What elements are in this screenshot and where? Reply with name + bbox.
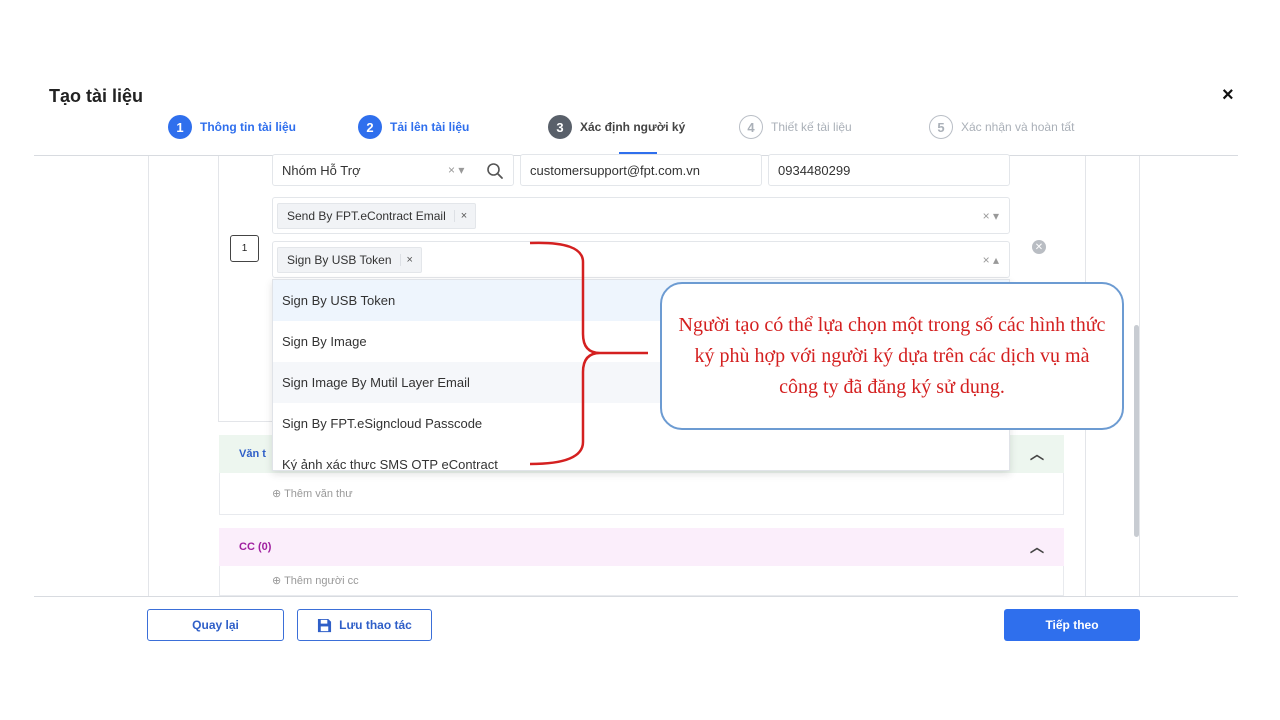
- dropdown-option[interactable]: Ký ảnh xác thực SMS OTP eContract: [273, 444, 1009, 470]
- create-document-modal: Tạo tài liệu × 1 Thông tin tài liệu 2 Tả…: [0, 0, 1280, 720]
- signer-email-field[interactable]: customersupport@fpt.com.vn: [520, 154, 762, 186]
- search-icon[interactable]: [486, 162, 504, 180]
- step-design-document[interactable]: 4 Thiết kế tài liệu: [739, 115, 852, 139]
- stepper: 1 Thông tin tài liệu 2 Tải lên tài liệu …: [0, 115, 1280, 145]
- save-draft-button[interactable]: Lưu thao tác: [297, 609, 432, 641]
- save-draft-label: Lưu thao tác: [339, 618, 412, 632]
- step-document-info[interactable]: 1 Thông tin tài liệu: [168, 115, 296, 139]
- save-icon: [318, 618, 332, 632]
- cc-section: CC (0) ︿ ⊕ Thêm người cc: [219, 528, 1064, 596]
- chevron-up-icon[interactable]: ︿: [1030, 537, 1044, 557]
- annotation-callout-text: Người tạo có thể lựa chọn một trong số c…: [678, 313, 1106, 398]
- chevron-up-icon[interactable]: ︿: [1030, 444, 1044, 464]
- clerk-section-body: ⊕ Thêm văn thư: [219, 473, 1064, 515]
- content-border-left: [148, 156, 149, 596]
- add-cc-link[interactable]: ⊕ Thêm người cc: [272, 574, 359, 587]
- signing-order-input[interactable]: 1: [230, 235, 259, 262]
- signer-panel-border: [218, 156, 219, 422]
- scrollbar[interactable]: [1134, 325, 1139, 537]
- signer-email-value: customersupport@fpt.com.vn: [530, 162, 700, 178]
- plus-circle-icon: ⊕: [272, 575, 285, 587]
- step-label: Tải lên tài liệu: [390, 120, 470, 134]
- send-method-select[interactable]: Send By FPT.eContract Email × × ▾: [272, 197, 1010, 234]
- step-define-signers[interactable]: 3 Xác định người ký: [548, 115, 685, 139]
- remove-signer-icon[interactable]: ✕: [1032, 240, 1046, 254]
- close-icon[interactable]: ×: [1222, 84, 1234, 107]
- signer-panel-border-bottom: [218, 421, 274, 422]
- signer-name-value: Nhóm Hỗ Trợ: [282, 162, 361, 178]
- add-clerk-link[interactable]: ⊕ Thêm văn thư: [272, 487, 353, 500]
- signer-phone-value: 0934480299: [778, 162, 851, 178]
- tag-remove-icon[interactable]: ×: [399, 253, 413, 266]
- sign-method-select[interactable]: Sign By USB Token × × ▴: [272, 241, 1010, 278]
- step-number: 2: [358, 115, 382, 139]
- signer-name-select[interactable]: Nhóm Hỗ Trợ × ▾: [272, 154, 514, 186]
- name-select-controls[interactable]: × ▾: [448, 163, 464, 177]
- cc-section-header[interactable]: CC (0) ︿: [219, 528, 1064, 566]
- signer-phone-field[interactable]: 0934480299: [768, 154, 1010, 186]
- scroll-track-border: [1139, 156, 1140, 596]
- step-label: Thiết kế tài liệu: [771, 120, 852, 134]
- step-label: Xác nhận và hoàn tất: [961, 120, 1075, 134]
- tag-remove-icon[interactable]: ×: [453, 209, 467, 222]
- step-number: 5: [929, 115, 953, 139]
- send-select-controls[interactable]: × ▾: [983, 209, 999, 223]
- sign-method-tag: Sign By USB Token ×: [277, 246, 422, 273]
- send-method-tag-label: Send By FPT.eContract Email: [287, 208, 446, 223]
- step-upload-document[interactable]: 2 Tải lên tài liệu: [358, 115, 469, 139]
- step-number: 3: [548, 115, 572, 139]
- step-label: Xác định người ký: [580, 120, 686, 134]
- annotation-callout: Người tạo có thể lựa chọn một trong số c…: [660, 282, 1124, 430]
- step-number: 4: [739, 115, 763, 139]
- modal-title: Tạo tài liệu: [49, 86, 144, 106]
- cc-section-body: ⊕ Thêm người cc: [219, 566, 1064, 596]
- clerk-section-title: Văn t: [239, 448, 266, 460]
- footer-divider: [34, 596, 1238, 597]
- cc-section-title: CC (0): [239, 541, 272, 553]
- send-method-tag: Send By FPT.eContract Email ×: [277, 202, 477, 229]
- sign-method-tag-label: Sign By USB Token: [287, 252, 392, 267]
- add-clerk-label: Thêm văn thư: [284, 488, 353, 500]
- next-button[interactable]: Tiếp theo: [1004, 609, 1140, 641]
- step-number: 1: [168, 115, 192, 139]
- plus-circle-icon: ⊕: [272, 488, 285, 500]
- add-cc-label: Thêm người cc: [284, 575, 359, 587]
- step-label: Thông tin tài liệu: [200, 120, 296, 134]
- back-button[interactable]: Quay lại: [147, 609, 284, 641]
- sign-select-controls[interactable]: × ▴: [983, 253, 999, 267]
- step-confirm-complete[interactable]: 5 Xác nhận và hoàn tất: [929, 115, 1074, 139]
